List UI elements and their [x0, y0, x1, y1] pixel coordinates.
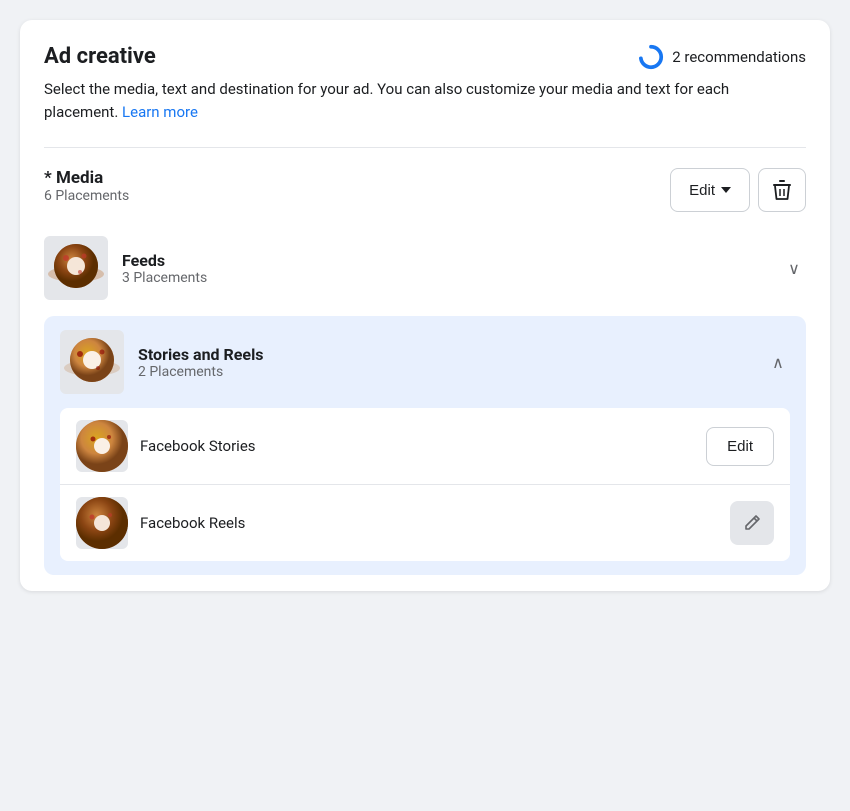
facebook-stories-image: [76, 420, 128, 472]
media-section: * Media 6 Placements Edit: [44, 147, 806, 575]
feeds-left: Feeds 3 Placements: [44, 236, 207, 300]
stories-reels-group: Stories and Reels 2 Placements ∧: [44, 316, 806, 575]
stories-reels-count: 2 Placements: [138, 364, 264, 380]
stories-reels-left: Stories and Reels 2 Placements: [60, 330, 264, 394]
stories-donut-svg: [60, 330, 124, 394]
stories-reels-info: Stories and Reels 2 Placements: [138, 345, 264, 380]
learn-more-link[interactable]: Learn more: [122, 103, 198, 121]
feeds-group-header[interactable]: Feeds 3 Placements ∨: [44, 224, 806, 312]
stories-reels-name: Stories and Reels: [138, 345, 264, 364]
stories-reels-header[interactable]: Stories and Reels 2 Placements ∧: [60, 330, 790, 408]
media-title: * Media: [44, 168, 129, 188]
recommendations-label: 2 recommendations: [672, 48, 806, 66]
feeds-name: Feeds: [122, 251, 207, 270]
trash-icon: [772, 179, 792, 201]
facebook-stories-left: Facebook Stories: [76, 420, 256, 472]
stories-donut-sm-svg: [76, 420, 128, 472]
edit-button-label: Edit: [689, 182, 715, 199]
sub-placements-list: Facebook Stories Edit: [60, 408, 790, 561]
feeds-count: 3 Placements: [122, 270, 207, 286]
media-placements-count: 6 Placements: [44, 188, 129, 204]
facebook-stories-row: Facebook Stories Edit: [60, 408, 790, 485]
recommendations-badge: 2 recommendations: [638, 44, 806, 70]
trash-button[interactable]: [758, 168, 806, 212]
feeds-chevron-icon: ∨: [782, 259, 806, 278]
facebook-reels-row: Facebook Reels: [60, 485, 790, 561]
pencil-icon: [743, 514, 761, 532]
feeds-info: Feeds 3 Placements: [122, 251, 207, 286]
media-actions: Edit: [670, 168, 806, 212]
facebook-stories-name: Facebook Stories: [140, 437, 256, 455]
feeds-donut-svg: [44, 236, 108, 300]
reels-donut-sm-svg: [76, 497, 128, 549]
ad-creative-card: Ad creative 2 recommendations Select the…: [20, 20, 830, 591]
facebook-reels-pencil-button[interactable]: [730, 501, 774, 545]
facebook-reels-name: Facebook Reels: [140, 514, 245, 532]
media-title-group: * Media 6 Placements: [44, 168, 129, 220]
page-title: Ad creative: [44, 44, 156, 69]
subtitle: Select the media, text and destination f…: [44, 78, 806, 123]
facebook-reels-image: [76, 497, 128, 549]
header: Ad creative 2 recommendations: [44, 44, 806, 70]
chevron-down-icon: [721, 187, 731, 193]
spinner-icon: [638, 44, 664, 70]
feeds-group: Feeds 3 Placements ∨: [44, 224, 806, 312]
media-header: * Media 6 Placements Edit: [44, 168, 806, 220]
stories-reels-chevron-icon: ∧: [766, 353, 790, 372]
facebook-stories-edit-button[interactable]: Edit: [706, 427, 774, 466]
stories-reels-image: [60, 330, 124, 394]
facebook-reels-left: Facebook Reels: [76, 497, 245, 549]
edit-button[interactable]: Edit: [670, 168, 750, 212]
feeds-image: [44, 236, 108, 300]
